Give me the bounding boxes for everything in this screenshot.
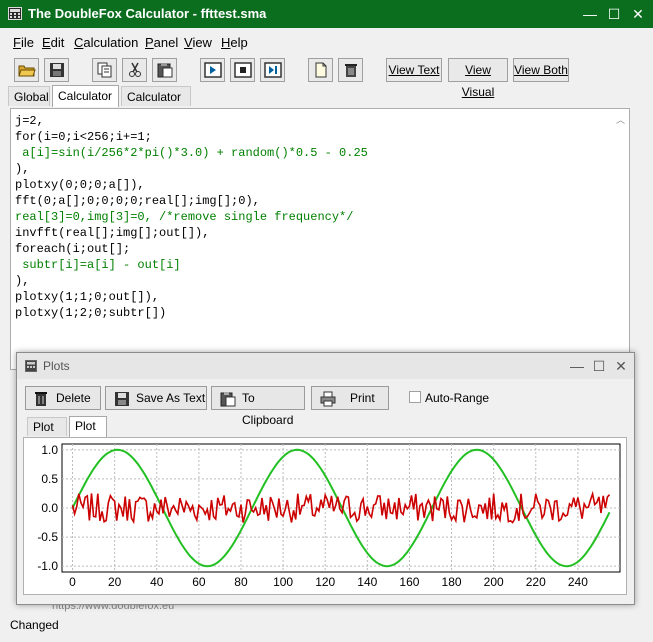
x-tick-label: 100 bbox=[273, 575, 293, 589]
code-line: fft(0;a[];0;0;0;0;real[];img[];0), bbox=[15, 194, 260, 208]
tab-calculator-2[interactable]: Calculator 2 bbox=[121, 86, 191, 124]
new-document-icon bbox=[315, 62, 327, 78]
save-as-text-label: Save As Text bbox=[136, 391, 206, 405]
tab-calculator-1[interactable]: Calculator 1 bbox=[52, 85, 119, 123]
run-button[interactable] bbox=[200, 58, 225, 82]
auto-range-checkbox[interactable] bbox=[409, 391, 421, 403]
plots-minimize-button[interactable]: — bbox=[566, 356, 588, 376]
menu-view[interactable]: View bbox=[184, 35, 212, 50]
y-tick-label: 0.5 bbox=[41, 472, 58, 486]
view-both-button[interactable]: View Both bbox=[513, 58, 569, 82]
copy-icon bbox=[97, 62, 112, 78]
calculator-app-icon bbox=[25, 360, 37, 372]
menu-calculation[interactable]: Calculation bbox=[74, 35, 138, 50]
line-chart: 0 20 40 60 80 100 120 140 160 180 200 220 240 1.0 0.5 0… bbox=[37, 443, 621, 589]
menu-edit[interactable]: Edit bbox=[42, 35, 64, 50]
code-line: a[i]=sin(i/256*2*pi()*3.0) + random()*0.… bbox=[15, 146, 368, 160]
x-tick-label: 160 bbox=[399, 575, 419, 589]
copy-button[interactable] bbox=[92, 58, 117, 82]
cut-icon bbox=[129, 62, 141, 77]
code-line: for(i=0;i<256;i+=1; bbox=[15, 130, 152, 144]
menu-file[interactable]: File bbox=[13, 35, 34, 50]
plots-title: Plots bbox=[43, 359, 70, 373]
code-line: ), bbox=[15, 274, 30, 288]
open-button[interactable] bbox=[14, 58, 39, 82]
delete-plot-button[interactable]: Delete bbox=[25, 386, 101, 410]
x-tick-label: 80 bbox=[234, 575, 248, 589]
delete-icon bbox=[345, 64, 357, 77]
delete-plot-label: Delete bbox=[56, 391, 91, 405]
tab-plot-2[interactable]: Plot 2 bbox=[69, 416, 107, 452]
code-line: real[3]=0,img[3]=0, /*remove single freq… bbox=[15, 210, 354, 224]
step-icon bbox=[264, 62, 282, 78]
x-tick-label: 180 bbox=[442, 575, 462, 589]
step-button[interactable] bbox=[260, 58, 285, 82]
stop-button[interactable] bbox=[230, 58, 255, 82]
y-tick-label: -0.5 bbox=[37, 530, 58, 544]
x-tick-label: 20 bbox=[108, 575, 122, 589]
toolbar: View Text View Visual View Both bbox=[0, 55, 653, 99]
tab-global[interactable]: Global bbox=[8, 86, 50, 106]
cut-button[interactable] bbox=[122, 58, 147, 82]
view-text-button[interactable]: View Text bbox=[386, 58, 442, 82]
plots-title-bar: Plots — ☐ ✕ bbox=[17, 353, 634, 379]
stop-icon bbox=[234, 62, 252, 78]
code-line: plotxy(0;0;0;a[]), bbox=[15, 178, 145, 192]
code-line: foreach(i;out[]; bbox=[15, 242, 131, 256]
menu-panel[interactable]: Panel bbox=[145, 35, 178, 50]
x-tick-label: 0 bbox=[69, 575, 76, 589]
window-title: The DoubleFox Calculator - ffttest.sma bbox=[28, 6, 267, 21]
menu-help[interactable]: Help bbox=[221, 35, 248, 50]
plot-area: 0 20 40 60 80 100 120 140 160 180 200 220 240 1.0 0.5 0… bbox=[23, 437, 627, 595]
x-tick-label: 240 bbox=[568, 575, 588, 589]
title-bar: The DoubleFox Calculator - ffttest.sma —… bbox=[0, 0, 653, 28]
plots-maximize-button[interactable]: ☐ bbox=[588, 356, 610, 376]
save-disk-icon bbox=[50, 63, 64, 77]
print-label: Print bbox=[350, 391, 375, 405]
run-icon bbox=[204, 62, 222, 78]
printer-icon bbox=[320, 391, 336, 407]
x-tick-label: 140 bbox=[357, 575, 377, 589]
calculator-app-icon bbox=[8, 7, 22, 20]
view-visual-button[interactable]: View Visual bbox=[448, 58, 508, 99]
plots-close-button[interactable]: ✕ bbox=[610, 356, 632, 376]
y-tick-label: -1.0 bbox=[37, 559, 58, 573]
trash-icon bbox=[35, 392, 47, 406]
code-line: j=2, bbox=[15, 114, 44, 128]
code-line: ), bbox=[15, 162, 30, 176]
code-line: subtr[i]=a[i] - out[i] bbox=[15, 258, 181, 272]
y-tick-label: 0.0 bbox=[41, 501, 58, 515]
to-clipboard-label: To Clipboard bbox=[242, 391, 294, 427]
scroll-up-arrow-icon[interactable]: ︿ bbox=[616, 113, 625, 126]
delete-button[interactable] bbox=[338, 58, 363, 82]
code-line: plotxy(1;2;0;subtr[]) bbox=[15, 306, 167, 320]
clipboard-icon bbox=[220, 392, 236, 407]
paste-button[interactable] bbox=[152, 58, 177, 82]
print-button[interactable]: Print bbox=[311, 386, 389, 410]
menu-bar: File Edit Calculation Panel View Help bbox=[0, 32, 653, 52]
x-tick-label: 220 bbox=[526, 575, 546, 589]
minimize-button[interactable]: — bbox=[579, 4, 601, 24]
to-clipboard-button[interactable]: To Clipboard bbox=[211, 386, 305, 427]
save-as-text-button[interactable]: Save As Text bbox=[105, 386, 207, 410]
x-tick-label: 60 bbox=[192, 575, 206, 589]
paste-icon bbox=[157, 63, 173, 78]
x-tick-label: 200 bbox=[484, 575, 504, 589]
tab-plot-1[interactable]: Plot 1 bbox=[27, 417, 67, 453]
x-tick-label: 40 bbox=[150, 575, 164, 589]
save-text-icon bbox=[115, 392, 129, 406]
x-tick-label: 120 bbox=[315, 575, 335, 589]
open-folder-icon bbox=[18, 65, 36, 77]
code-line: plotxy(1;1;0;out[]), bbox=[15, 290, 160, 304]
status-text: Changed bbox=[10, 618, 59, 632]
y-tick-label: 1.0 bbox=[41, 443, 58, 457]
plots-window: Plots — ☐ ✕ Delete Save As Text To Clipb… bbox=[16, 352, 635, 605]
maximize-button[interactable]: ☐ bbox=[603, 4, 625, 24]
code-line: invfft(real[];img[];out[]), bbox=[15, 226, 210, 240]
new-document-button[interactable] bbox=[308, 58, 333, 82]
close-button[interactable]: ✕ bbox=[627, 4, 649, 24]
save-button[interactable] bbox=[44, 58, 69, 82]
code-editor[interactable]: j=2, for(i=0;i<256;i+=1; a[i]=sin(i/256*… bbox=[10, 108, 630, 370]
auto-range-label: Auto-Range bbox=[425, 391, 490, 405]
